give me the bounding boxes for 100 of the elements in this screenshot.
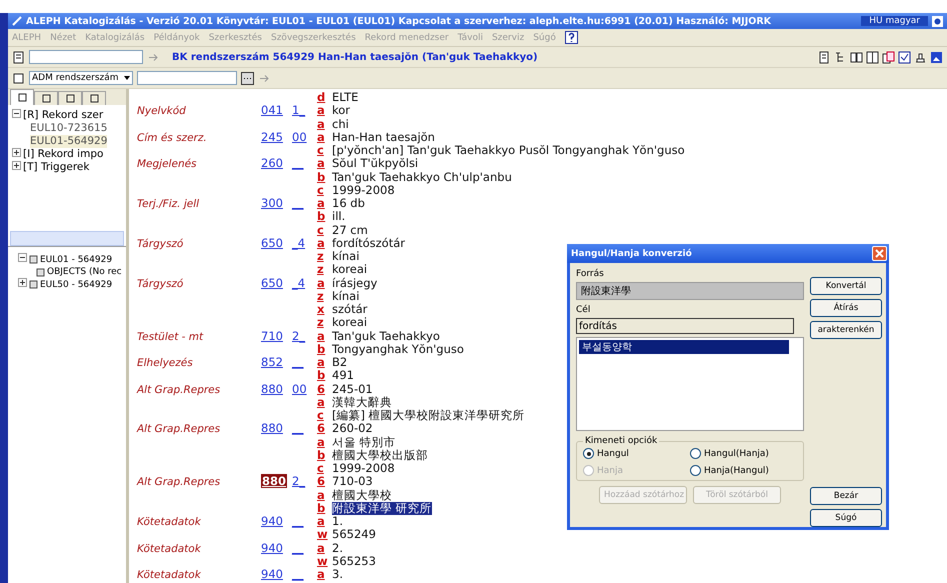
subfield-code[interactable]: a — [317, 130, 332, 145]
field-tag[interactable]: 880 — [261, 474, 288, 488]
subfield-value[interactable]: kínai — [332, 250, 360, 264]
subfield-code[interactable]: b — [317, 448, 332, 462]
action-button[interactable]: arakterenkén — [810, 321, 882, 339]
subfield-value[interactable]: Tan'guk Taehakkyo — [332, 330, 440, 344]
subfield-value[interactable]: 16 db — [332, 197, 365, 212]
field-indicator[interactable]: __ — [292, 355, 304, 369]
subfield-value[interactable]: 565249 — [332, 528, 376, 542]
field-tag[interactable]: 940 — [261, 514, 283, 528]
scrollbar[interactable] — [10, 231, 124, 246]
subfield-value[interactable]: Tongyanghak Yŏn'guso — [332, 342, 464, 356]
subfield-code[interactable]: c — [317, 184, 332, 197]
field-indicator[interactable]: __ — [292, 540, 304, 554]
search-field[interactable] — [137, 71, 237, 85]
field-indicator[interactable]: __ — [292, 567, 304, 581]
radio-option[interactable]: Hanja(Hangul) — [690, 465, 797, 476]
subfield-code[interactable]: a — [317, 104, 332, 118]
field-indicator[interactable]: 00 — [292, 382, 307, 396]
subfield-value[interactable]: 서울 特別市 — [332, 436, 396, 449]
image-icon[interactable] — [930, 50, 943, 64]
radio-option[interactable]: Hangul(Hanja) — [690, 448, 797, 459]
command-field[interactable] — [29, 50, 143, 64]
field-tag[interactable]: 650 — [261, 276, 283, 290]
dialog-button[interactable]: Bezár — [810, 487, 882, 505]
panel-tab[interactable] — [10, 89, 34, 105]
source-field[interactable]: 附設東洋學 — [576, 282, 804, 300]
field-tag[interactable]: 940 — [261, 567, 283, 581]
subfield-value[interactable]: 260-02 — [332, 422, 373, 436]
subfield-code[interactable]: b — [317, 342, 332, 356]
field-tag[interactable]: 880 — [261, 421, 283, 436]
field-indicator[interactable]: _4 — [292, 236, 306, 250]
subfield-code[interactable]: w — [317, 554, 332, 568]
subfield-value[interactable]: koreai — [332, 263, 368, 276]
subfield-code[interactable]: a — [317, 568, 332, 582]
window-icon[interactable] — [12, 72, 25, 84]
subfield-value[interactable]: Han-Han taesajŏn — [332, 130, 435, 145]
field-indicator[interactable]: 2_ — [292, 474, 306, 488]
tree-item[interactable]: EUL01 - 564929 — [40, 254, 112, 266]
subfield-code[interactable]: c — [317, 224, 332, 237]
field-indicator[interactable]: _4 — [292, 276, 306, 290]
subfield-code[interactable]: 6 — [317, 422, 332, 436]
subfield-code[interactable]: 6 — [317, 475, 332, 490]
subfield-code[interactable]: c — [317, 409, 332, 422]
subfield-value[interactable]: ill. — [332, 210, 346, 224]
help-icon[interactable] — [564, 31, 578, 44]
field-tag[interactable]: 041 — [261, 103, 283, 118]
radio-dot[interactable] — [690, 448, 701, 459]
expand-icon[interactable] — [12, 148, 21, 157]
radio-option[interactable]: Hangul — [583, 448, 690, 459]
subfield-code[interactable]: a — [317, 276, 332, 291]
field-tag[interactable]: 260 — [261, 156, 283, 170]
tree-item[interactable]: EUL50 - 564929 — [40, 278, 112, 290]
subfield-code[interactable]: z — [317, 263, 332, 276]
field-tag[interactable]: 650 — [261, 236, 283, 250]
field-indicator[interactable]: 00 — [292, 130, 307, 144]
subfield-code[interactable]: a — [317, 118, 332, 131]
tree-item[interactable]: EUL10-723615 — [30, 122, 108, 135]
field-tag[interactable]: 940 — [261, 540, 283, 554]
subfield-code[interactable]: z — [317, 316, 332, 330]
subfield-value[interactable]: ELTE — [332, 91, 358, 104]
subfield-value[interactable]: [p'yŏnch'an] Tan'guk Taehakkyo Pusŏl Tongyanghak Yŏn'guso — [332, 144, 685, 158]
language-selector[interactable]: HU magyar — [861, 16, 928, 26]
subfield-code[interactable]: a — [317, 157, 332, 172]
field-indicator[interactable]: __ — [292, 514, 304, 528]
field-tag[interactable]: 880 — [261, 382, 283, 396]
field-tag[interactable]: 300 — [261, 196, 283, 210]
subfield-value[interactable]: Sŏul T'ŭkpyŏlsi — [332, 157, 418, 172]
more-icon[interactable] — [241, 72, 254, 84]
subfield-code[interactable]: a — [317, 330, 332, 344]
checkbox-icon[interactable] — [898, 50, 911, 64]
field-indicator[interactable]: __ — [292, 156, 304, 170]
field-tag[interactable]: 245 — [261, 130, 283, 144]
tree-item[interactable]: [I] Rekord impo — [23, 148, 104, 161]
subfield-value[interactable]: 檀國大學校 — [332, 488, 392, 502]
result-item[interactable]: 부설동양학 — [579, 340, 789, 354]
subfield-value[interactable]: B2 — [332, 356, 348, 370]
subfield-code[interactable]: z — [317, 250, 332, 264]
subfield-code[interactable]: b — [317, 502, 332, 515]
subfield-code[interactable]: d — [317, 91, 332, 104]
field-indicator[interactable]: __ — [292, 421, 304, 436]
field-tag[interactable]: 710 — [261, 328, 283, 342]
subfield-code[interactable]: b — [317, 369, 332, 382]
field-indicator[interactable]: 1_ — [292, 103, 306, 118]
columns-icon[interactable] — [866, 50, 879, 64]
subfield-value[interactable]: [編纂] 檀國大學校附設東洋學研究所 — [332, 409, 525, 422]
subfield-value[interactable]: 1. — [332, 515, 343, 530]
subfield-code[interactable]: c — [317, 462, 332, 476]
panel-tab[interactable] — [58, 91, 82, 105]
subfield-code[interactable]: a — [317, 542, 332, 556]
subfield-value[interactable]: 565253 — [332, 554, 376, 568]
radio-dot[interactable] — [583, 448, 594, 459]
pages-icon[interactable] — [882, 50, 895, 64]
subfield-value[interactable]: 附設東洋學 研究所 — [332, 502, 432, 515]
subfield-code[interactable]: a — [317, 236, 332, 251]
subfield-value[interactable]: Tan'guk Taehakkyo Ch'ulp'anbu — [332, 170, 512, 184]
subfield-value[interactable]: írásjegy — [332, 276, 378, 291]
subfield-value[interactable]: 245-01 — [332, 382, 373, 397]
field-tag[interactable]: 852 — [261, 355, 283, 369]
subfield-value[interactable]: 檀國大學校出版部 — [332, 448, 428, 462]
